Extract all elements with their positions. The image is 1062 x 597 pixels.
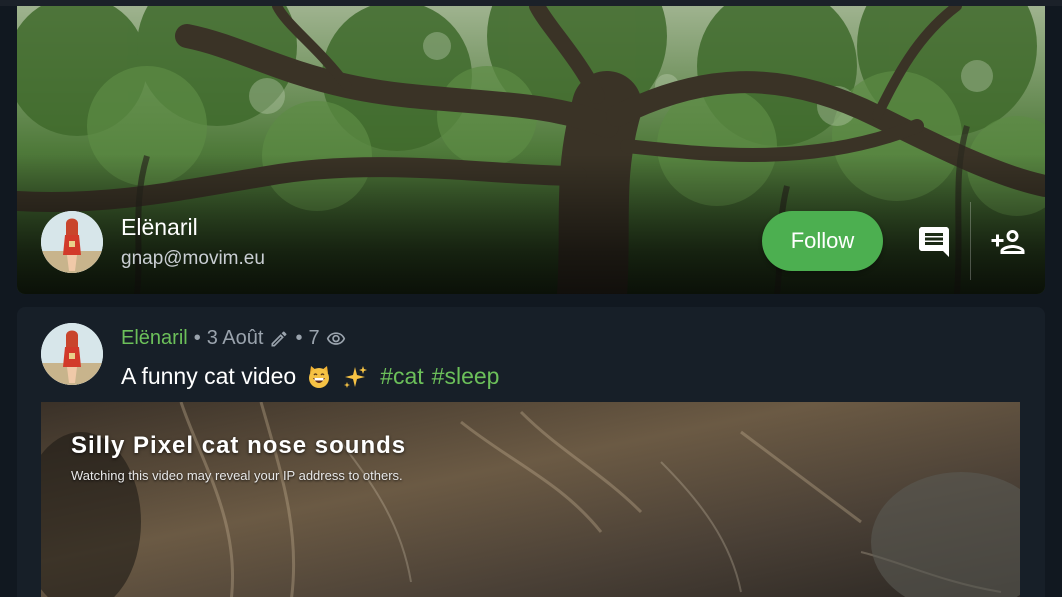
video-title: Silly Pixel cat nose sounds — [71, 432, 407, 459]
profile-name: Elënaril — [121, 214, 198, 240]
profile-header-card: Elënaril gnap@movim.eu Follow — [17, 6, 1045, 294]
button-divider — [970, 202, 971, 280]
edit-icon — [269, 329, 289, 349]
sparkles-emoji-icon — [342, 364, 368, 390]
meta-separator: • — [193, 327, 201, 349]
hashtag-link[interactable]: #sleep — [432, 363, 500, 390]
post-author-link[interactable]: Elënaril — [121, 327, 188, 350]
chat-button[interactable] — [912, 220, 956, 264]
eye-icon — [326, 329, 346, 349]
hashtag-link[interactable]: #cat — [380, 363, 423, 390]
video-embed[interactable]: Silly Pixel cat nose sounds Watching thi… — [41, 402, 1020, 597]
meta-separator: • — [295, 327, 303, 349]
post-title-text: A funny cat video — [121, 363, 297, 389]
profile-handle: gnap@movim.eu — [121, 248, 265, 269]
video-privacy-warning: Watching this video may reveal your IP a… — [71, 468, 403, 483]
follow-button[interactable]: Follow — [762, 211, 883, 271]
add-contact-button[interactable] — [986, 220, 1030, 264]
post-meta: Elënaril • 3 Août • 7 — [121, 327, 346, 350]
post-title[interactable]: A funny cat video #cat #sleep — [121, 363, 499, 390]
person-add-icon — [991, 230, 1025, 254]
views-count: 7 — [308, 327, 320, 349]
post-author-avatar[interactable] — [41, 323, 103, 385]
post-card: Elënaril • 3 Août • 7 A funny cat video — [17, 307, 1045, 597]
chat-icon — [919, 227, 949, 257]
post-date: 3 Août — [206, 327, 264, 349]
grinning-cat-emoji-icon — [306, 364, 332, 390]
avatar[interactable] — [41, 211, 103, 273]
